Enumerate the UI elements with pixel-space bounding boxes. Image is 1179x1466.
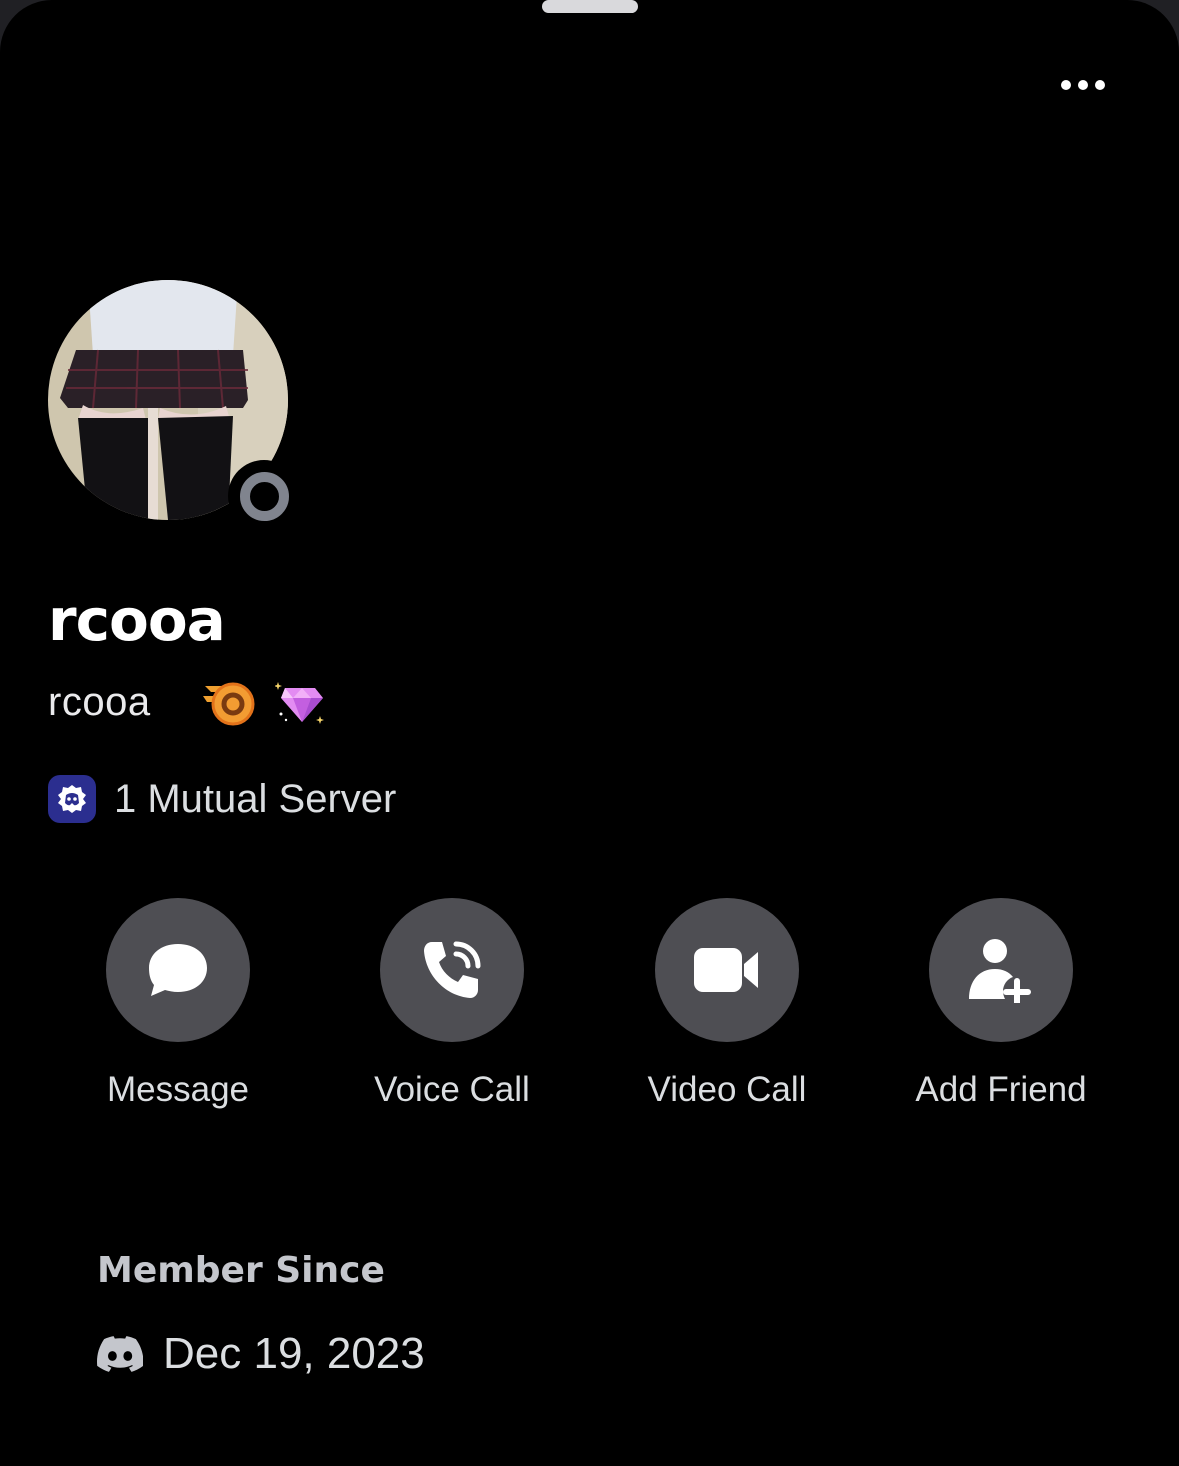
message-button[interactable]: Message xyxy=(48,898,308,1110)
offline-status-icon xyxy=(239,471,289,521)
message-button-circle[interactable] xyxy=(106,898,250,1042)
chat-bubble-icon xyxy=(149,944,207,996)
message-label: Message xyxy=(106,1070,250,1109)
more-horizontal-icon xyxy=(1095,80,1105,90)
more-horizontal-icon xyxy=(1061,80,1071,90)
username[interactable]: rcooa xyxy=(48,680,151,725)
nitro-boost-badge-icon[interactable] xyxy=(201,678,257,726)
display-name: rcooa xyxy=(48,586,226,654)
username-row: rcooa xyxy=(48,672,327,732)
voice-call-button[interactable]: Voice Call xyxy=(322,898,582,1110)
add-friend-icon xyxy=(969,939,1031,1003)
video-camera-icon xyxy=(694,948,758,992)
member-since-date: Dec 19, 2023 xyxy=(163,1329,425,1378)
status-indicator xyxy=(228,460,300,532)
add-friend-button-circle[interactable] xyxy=(929,898,1073,1042)
mutual-servers-row[interactable]: 1 Mutual Server xyxy=(48,774,396,824)
video-call-button[interactable]: Video Call xyxy=(597,898,857,1110)
more-horizontal-icon xyxy=(1078,80,1088,90)
mutual-server-label: 1 Mutual Server xyxy=(114,776,397,821)
gem-badge-icon[interactable] xyxy=(274,678,327,726)
discord-logo-icon xyxy=(97,1336,143,1372)
more-options-button[interactable] xyxy=(1052,62,1114,108)
add-friend-label: Add Friend xyxy=(915,1070,1087,1109)
member-since-title: Member Since xyxy=(97,1250,385,1291)
video-call-label: Video Call xyxy=(647,1070,807,1109)
phone-icon xyxy=(424,941,481,998)
add-friend-button[interactable]: Add Friend xyxy=(871,898,1131,1110)
voice-call-button-circle[interactable] xyxy=(380,898,524,1042)
profile-sheet: rcooa rcooa 1 Mutual Server Message Voic… xyxy=(0,0,1179,1466)
voice-call-label: Voice Call xyxy=(374,1070,530,1109)
drag-handle[interactable] xyxy=(542,0,638,13)
video-call-button-circle[interactable] xyxy=(655,898,799,1042)
member-since-row: Dec 19, 2023 xyxy=(97,1322,425,1386)
server-icon xyxy=(48,775,96,823)
